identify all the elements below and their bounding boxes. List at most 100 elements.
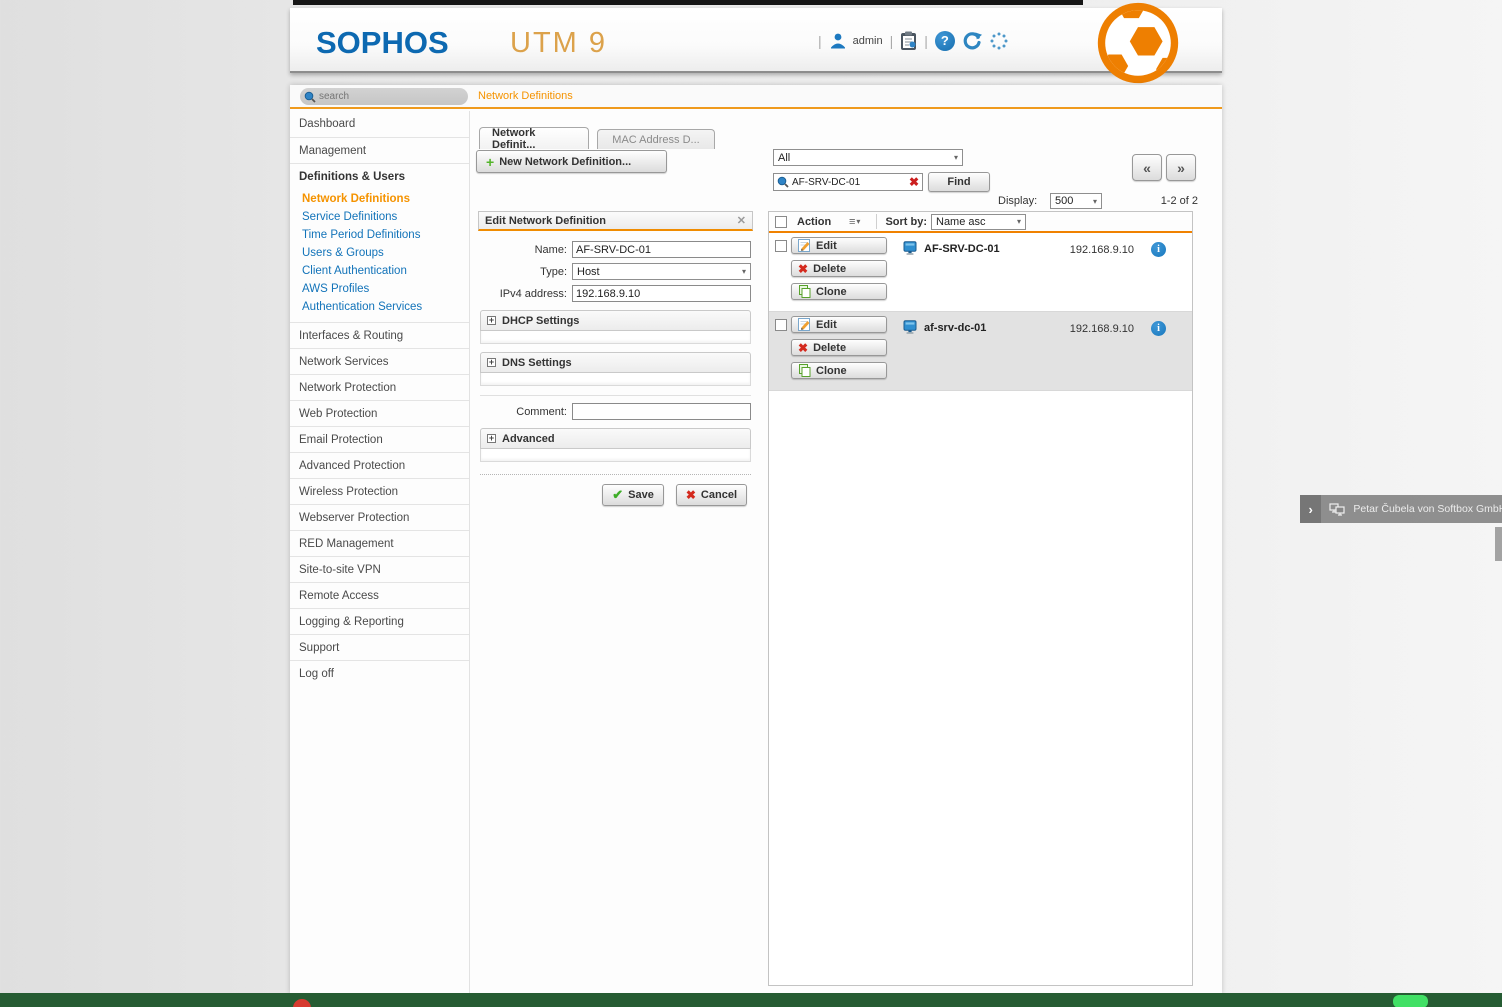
sidebar-item-remote-access[interactable]: Remote Access [290, 582, 469, 608]
panel-body: Name: Type: Host ▾ IPv4 address: [478, 231, 753, 506]
sidebar-item-definitions-users[interactable]: Definitions & Users [290, 163, 469, 189]
sidebar-item-aws-profiles[interactable]: AWS Profiles [302, 280, 469, 298]
definition-name[interactable]: af-srv-dc-01 [924, 322, 986, 334]
session-expand-button[interactable]: › [1300, 495, 1321, 523]
delete-button[interactable]: ✖ Delete [791, 339, 887, 356]
bottom-taskbar [0, 993, 1502, 1007]
sophos-ball-logo [1097, 2, 1179, 84]
edit-network-definition-panel: Edit Network Definition ✕ Name: Type: Ho… [478, 211, 753, 506]
dns-settings-header[interactable]: + DNS Settings [480, 352, 751, 373]
comment-row: Comment: [480, 403, 751, 420]
sidebar-item-support[interactable]: Support [290, 634, 469, 660]
edit-button[interactable]: Edit [791, 316, 887, 333]
sidebar-item-network-services[interactable]: Network Services [290, 348, 469, 374]
edit-button-label: Edit [816, 240, 837, 252]
sidebar-item-red-management[interactable]: RED Management [290, 530, 469, 556]
row-checkbox[interactable] [775, 240, 787, 252]
tab-mac-address-definitions[interactable]: MAC Address D... [597, 129, 715, 149]
next-page-button[interactable]: » [1166, 154, 1196, 181]
type-filter-select[interactable]: All ▾ [773, 149, 963, 166]
sidebar-item-site-to-site-vpn[interactable]: Site-to-site VPN [290, 556, 469, 582]
tab-network-definitions[interactable]: Network Definit... [479, 127, 589, 149]
sidebar-item-time-period-definitions[interactable]: Time Period Definitions [302, 226, 469, 244]
cross-icon: ✖ [798, 341, 808, 355]
row-checkbox-cell [769, 316, 791, 390]
sidebar-item-client-authentication[interactable]: Client Authentication [302, 262, 469, 280]
dhcp-settings-header[interactable]: + DHCP Settings [480, 310, 751, 331]
cross-icon: ✖ [686, 488, 696, 502]
find-field[interactable]: ✖ [773, 173, 923, 191]
display-count-select[interactable]: 500 ▾ [1050, 193, 1102, 209]
notes-icon[interactable] [900, 31, 917, 51]
panel-header: Edit Network Definition ✕ [478, 211, 753, 231]
edge-scroll-handle[interactable] [1495, 527, 1502, 561]
action-column-header: Action [797, 216, 849, 228]
sidebar-item-email-protection[interactable]: Email Protection [290, 426, 469, 452]
status-pill[interactable] [1393, 995, 1428, 1007]
sidebar-item-wireless-protection[interactable]: Wireless Protection [290, 478, 469, 504]
sort-value: Name asc [936, 216, 986, 228]
sidebar-item-log-off[interactable]: Log off [290, 660, 469, 686]
chevron-down-icon: ▾ [1093, 197, 1097, 206]
section-body [480, 331, 751, 344]
chevron-down-icon: ▾ [954, 153, 958, 162]
help-icon[interactable]: ? [935, 31, 955, 51]
cancel-button[interactable]: ✖ Cancel [676, 484, 747, 506]
sidebar-item-authentication-services[interactable]: Authentication Services [302, 298, 469, 316]
info-icon[interactable]: i [1151, 242, 1166, 257]
save-button[interactable]: ✔ Save [602, 484, 664, 506]
sort-select[interactable]: Name asc ▾ [931, 214, 1026, 230]
sidebar-item-management[interactable]: Management [290, 137, 469, 163]
select-all-checkbox[interactable] [775, 216, 787, 228]
clear-icon[interactable]: ✖ [909, 176, 919, 188]
search-input[interactable] [319, 91, 439, 102]
chevron-down-icon: ▾ [742, 267, 746, 276]
advanced-header[interactable]: + Advanced [480, 428, 751, 449]
definitions-list-panel: Action ≡ ▾ Sort by: Name asc ▾ [768, 211, 1193, 986]
app-header: SOPHOS UTM 9 | admin | | ? [290, 8, 1222, 73]
refresh-icon[interactable] [962, 31, 982, 51]
edit-button[interactable]: Edit [791, 237, 887, 254]
sidebar-item-service-definitions[interactable]: Service Definitions [302, 208, 469, 226]
info-icon[interactable]: i [1151, 321, 1166, 336]
sidebar-item-network-protection[interactable]: Network Protection [290, 374, 469, 400]
type-select[interactable]: Host ▾ [572, 263, 751, 280]
screens-icon [1329, 503, 1345, 516]
prev-page-button[interactable]: « [1132, 154, 1162, 181]
app-window: SOPHOS UTM 9 | admin | | ? [290, 8, 1222, 994]
sidebar-item-users-groups[interactable]: Users & Groups [302, 244, 469, 262]
host-icon [903, 320, 917, 335]
sidebar-item-web-protection[interactable]: Web Protection [290, 400, 469, 426]
row-checkbox[interactable] [775, 319, 787, 331]
edit-icon [798, 318, 811, 331]
find-input[interactable] [792, 177, 906, 188]
name-field[interactable] [572, 241, 751, 258]
definition-name[interactable]: AF-SRV-DC-01 [924, 243, 1000, 255]
sidebar-item-interfaces-routing[interactable]: Interfaces & Routing [290, 322, 469, 348]
edit-icon [798, 239, 811, 252]
display-count-value: 500 [1055, 195, 1073, 207]
clone-button[interactable]: Clone [791, 283, 887, 300]
name-row: Name: [480, 241, 751, 258]
sidebar-item-dashboard[interactable]: Dashboard [290, 111, 469, 137]
comment-field[interactable] [572, 403, 751, 420]
dns-settings-label: DNS Settings [502, 357, 572, 369]
close-icon[interactable]: ✕ [737, 214, 746, 227]
screen: SOPHOS UTM 9 | admin | | ? [0, 0, 1502, 1007]
sidebar-item-logging-reporting[interactable]: Logging & Reporting [290, 608, 469, 634]
sidebar-item-network-definitions[interactable]: Network Definitions [302, 190, 469, 208]
dns-settings-section: + DNS Settings [480, 352, 751, 386]
delete-button[interactable]: ✖ Delete [791, 260, 887, 277]
row-content: af-srv-dc-01 192.168.9.10 i [887, 316, 1192, 390]
type-filter-value: All [778, 152, 790, 164]
topbar: Network Definitions [290, 85, 1222, 109]
definition-ip: 192.168.9.10 [1070, 323, 1134, 335]
sidebar-item-advanced-protection[interactable]: Advanced Protection [290, 452, 469, 478]
sidebar-item-webserver-protection[interactable]: Webserver Protection [290, 504, 469, 530]
ipv4-field[interactable] [572, 285, 751, 302]
batch-menu-icon[interactable]: ≡ [849, 216, 854, 228]
sidebar-search[interactable] [300, 88, 468, 105]
clone-button[interactable]: Clone [791, 362, 887, 379]
find-button[interactable]: Find [928, 172, 990, 192]
new-network-definition-button[interactable]: + New Network Definition... [476, 150, 667, 173]
